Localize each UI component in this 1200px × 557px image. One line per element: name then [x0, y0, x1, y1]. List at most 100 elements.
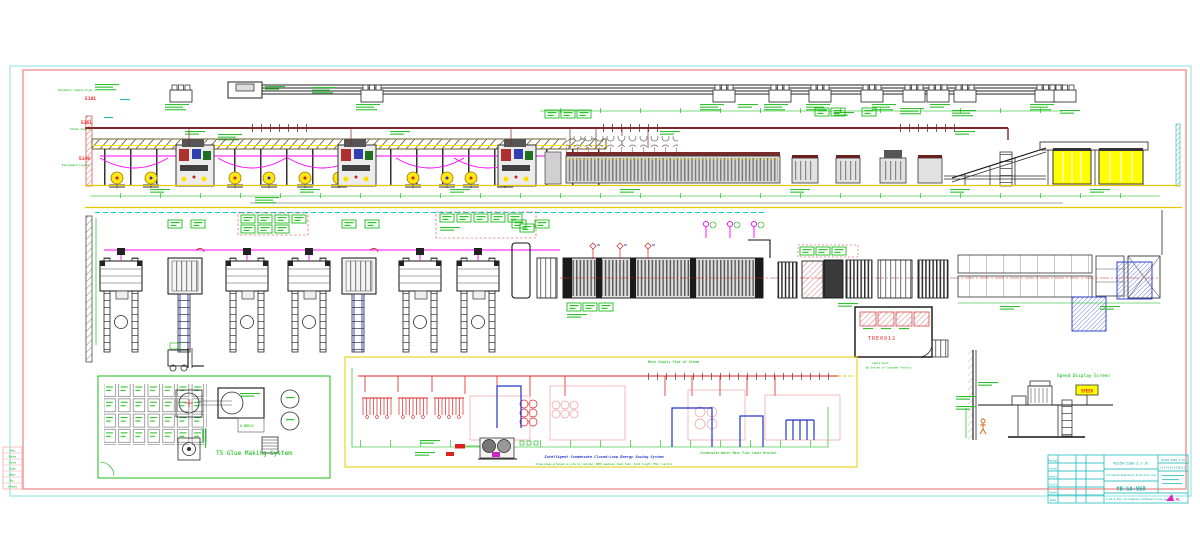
- end-wall: [1176, 124, 1180, 186]
- steam-note: [955, 131, 975, 135]
- steam-note: [660, 131, 680, 135]
- dim-note: [150, 189, 170, 193]
- tb-description: 2.2m 5-Ply Corrugated Cardboard Line Lay…: [1106, 497, 1174, 501]
- control-room-code: TRE0912: [868, 336, 896, 342]
- tb-cell: Scale: [1049, 483, 1057, 487]
- board-stack: [1099, 148, 1143, 184]
- web-conveyor-plan: [342, 248, 378, 352]
- mill-roll-stand-plan: [457, 248, 499, 352]
- glue-note: [240, 393, 260, 397]
- preheater-row: [566, 136, 678, 147]
- row-code: 5101: [85, 96, 96, 102]
- plan-legend-cluster: [436, 212, 536, 238]
- pipe-hanger: [769, 85, 791, 102]
- transfer-platform: [1072, 297, 1106, 331]
- double-facer-elev: [566, 152, 780, 183]
- plan-wall: [86, 216, 92, 362]
- production-line-drawing: Rev Date Zone Sign Appr No. Sheet: [0, 0, 1200, 557]
- plan-label-box: [535, 220, 549, 228]
- cabinet-unit: [932, 340, 948, 357]
- plan-label-box: [365, 220, 379, 228]
- pipe-hanger: [361, 85, 383, 102]
- control-room-caption: By Series to Customer Factory: [866, 366, 912, 370]
- plan-label-box: [191, 220, 205, 228]
- tb-cell: Audit: [1049, 475, 1057, 479]
- margin-row-label: Rev: [10, 449, 16, 453]
- pipe-hanger: [954, 85, 976, 102]
- pipe-hanger: [927, 85, 949, 102]
- rack-note: [312, 87, 336, 93]
- instrument-fitting: [727, 221, 740, 238]
- plan-label-box: [583, 303, 597, 311]
- schematic-blue-note: Intelligent Condensate Closed-Loop Energ…: [545, 455, 665, 459]
- pipe-note: [930, 104, 950, 108]
- plan-legend-cluster: [238, 213, 308, 235]
- transition-guard: [748, 240, 770, 258]
- machine-ghost: [470, 386, 840, 440]
- tb-product: Corrugated Paperboard Production Line: [1106, 474, 1157, 477]
- margin-row-label: Sign: [9, 467, 16, 471]
- speed-readout: SPEED: [1081, 389, 1094, 394]
- dim-note: [1090, 189, 1110, 193]
- mill-roll-stand-plan: [399, 248, 441, 352]
- plan-label-box: [599, 303, 613, 311]
- pipe-hanger: [861, 85, 883, 102]
- mill-roll-stand-plan: [226, 248, 268, 352]
- single-facer-elev: [338, 139, 376, 186]
- margin-row-label: Sheet: [8, 485, 17, 489]
- stacker-side-view: Speed Display Screen SPEED: [956, 350, 1113, 440]
- dim-note: [790, 189, 810, 193]
- speed-display-screen: SPEED: [1076, 385, 1098, 405]
- control-room: TRE0912 Cable Duct By Series to Customer…: [838, 303, 948, 370]
- valve-group: [434, 398, 464, 418]
- valve-group: [398, 398, 428, 418]
- dimension-chain: [90, 193, 1160, 198]
- steam-main-title: Main Supply Pipe of Steam: [648, 360, 699, 364]
- glue-machine-elev: [545, 152, 561, 184]
- plan-label-box: [567, 303, 581, 311]
- wall-hatch: [968, 350, 973, 440]
- steam-note: [390, 131, 410, 135]
- ladder: [1062, 400, 1072, 436]
- rack-note: [95, 84, 119, 90]
- single-facer-elev: [498, 139, 536, 186]
- tb-cell: Sheet: [1049, 491, 1057, 495]
- plan-note: [1000, 306, 1020, 310]
- board-stack: [1053, 148, 1091, 184]
- glue-tank-capacity: 0.8M3/H: [240, 424, 254, 428]
- mill-roll-stand-plan: [288, 248, 330, 352]
- plan-note: [567, 314, 587, 318]
- overhead-pipe-rack: [95, 82, 1080, 118]
- plan-view: [85, 208, 1182, 363]
- pipe-note: [738, 104, 758, 108]
- pipe-hanger: [170, 85, 192, 102]
- operator-figure: [980, 419, 986, 434]
- pipe-note: [356, 104, 380, 110]
- web-conveyor-plan: [168, 248, 204, 352]
- control-room-caption: Cable Duct: [872, 361, 889, 365]
- steam-fitting: [617, 243, 627, 259]
- tb-code: YB-SA-VER: [1116, 487, 1146, 493]
- margin-revision-table: Rev Date Zone Sign Appr No. Sheet: [3, 447, 22, 489]
- steam-main-pipe: [85, 124, 1008, 140]
- steam-fitting: [645, 243, 655, 259]
- pipe-hanger: [713, 85, 735, 102]
- tb-grid-digits: 1 2 3 4 5 6 7 8 9 10 11 12: [1160, 467, 1188, 470]
- glue-unit-plan: [512, 243, 530, 298]
- condensate-label: Condensate Water Main Pipe Lower Bracket: [700, 451, 777, 455]
- preheater-plan: [537, 258, 557, 298]
- transfer-platform: [1117, 262, 1152, 299]
- schematic-green-note: Steam pipes arranged on site by customer…: [536, 463, 673, 466]
- stacker-elev: [952, 124, 1180, 186]
- row-caption: Pneumatic Supply Pipe: [58, 88, 92, 92]
- instrument-fitting: [703, 221, 716, 238]
- pipe-rack-support-detail: [228, 82, 262, 98]
- single-facer-elev: [176, 139, 214, 186]
- speed-display-label: Speed Display Screen: [1057, 373, 1110, 379]
- heat-exchanger: [520, 400, 537, 426]
- dim-note: [620, 189, 640, 193]
- tb-cell: Date: [1050, 498, 1057, 502]
- margin-row-label: No.: [10, 479, 16, 483]
- pipe-hanger: [1054, 85, 1076, 102]
- glue-room-door: [100, 462, 114, 476]
